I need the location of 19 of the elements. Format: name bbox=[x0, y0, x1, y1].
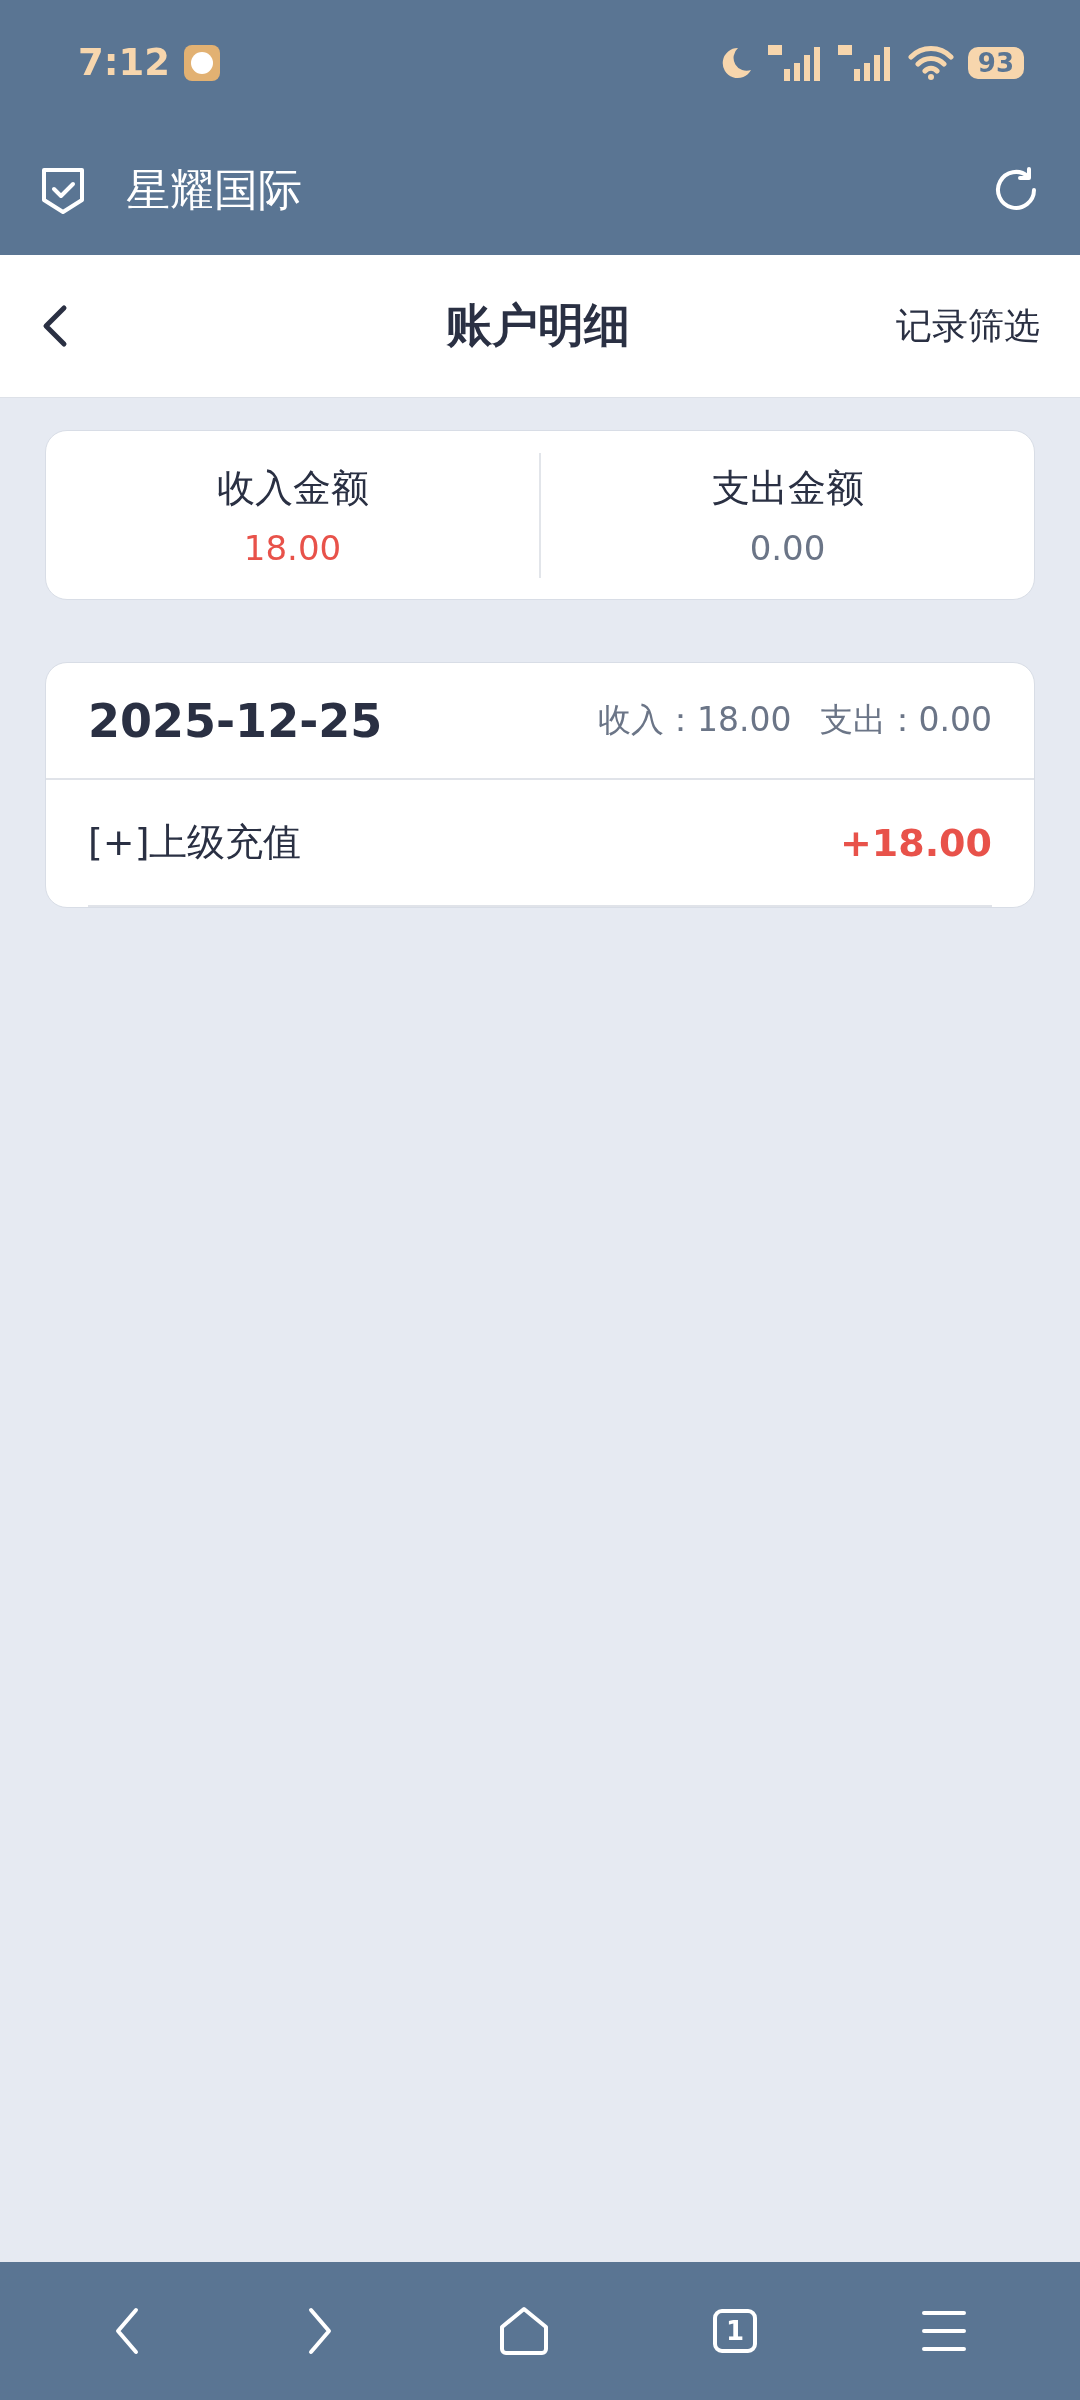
filter-records-button[interactable]: 记录筛选 bbox=[896, 301, 1040, 351]
day-income: 收入：18.00 bbox=[598, 699, 792, 741]
summary-label: 收入金额 bbox=[216, 464, 369, 512]
record-amount: +18.00 bbox=[839, 820, 992, 865]
day-date: 2025-12-25 bbox=[88, 693, 384, 748]
summary-label: 支出金额 bbox=[711, 464, 864, 512]
app-title: 星耀国际 bbox=[126, 162, 302, 217]
summary-amount: 18.00 bbox=[243, 527, 342, 568]
message-app-icon bbox=[184, 44, 221, 81]
wifi-icon bbox=[907, 44, 954, 81]
day-expense: 支出：0.00 bbox=[819, 699, 992, 741]
menu-button[interactable] bbox=[920, 2309, 969, 2353]
record-title: [+]上级充值 bbox=[88, 819, 303, 866]
home-button[interactable] bbox=[497, 2305, 550, 2357]
status-time: 7:12 bbox=[78, 41, 171, 84]
tabs-button[interactable]: 1 bbox=[713, 2309, 758, 2353]
summary-amount: 0.00 bbox=[749, 527, 826, 568]
battery-level: 93 bbox=[967, 46, 1024, 79]
page-title: 账户明细 bbox=[445, 297, 631, 354]
